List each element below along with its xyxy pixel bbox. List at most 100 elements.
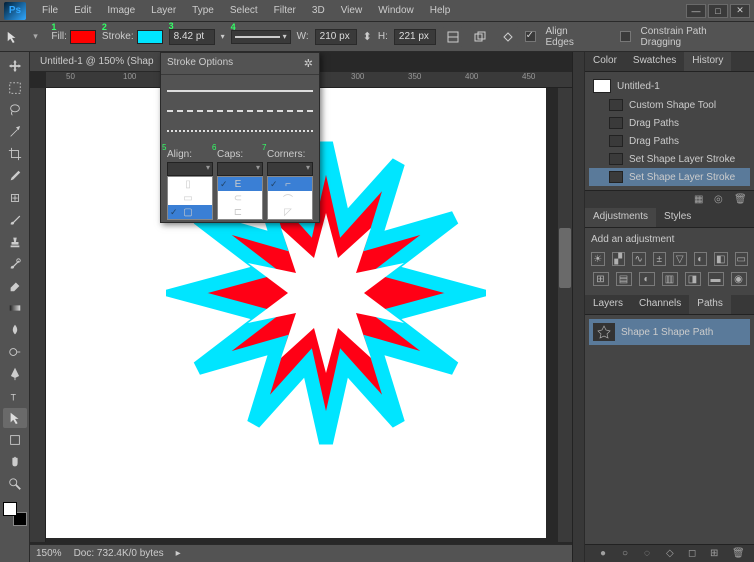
mask-icon[interactable]: ◻: [688, 548, 702, 560]
cap-butt[interactable]: ✓E: [218, 177, 262, 191]
tool-preset-dropdown[interactable]: ▾: [26, 27, 46, 47]
tab-channels[interactable]: Channels: [631, 295, 689, 314]
constrain-checkbox[interactable]: [620, 31, 631, 42]
collapsed-panel-strip[interactable]: [572, 52, 584, 562]
brush-tool[interactable]: [3, 210, 27, 230]
cap-square[interactable]: ⊏: [218, 205, 262, 219]
adj-photo-filter-icon[interactable]: ▭: [735, 252, 749, 266]
stroke-width-input[interactable]: [169, 29, 215, 45]
adj-threshold-icon[interactable]: ◨: [685, 272, 701, 286]
shape-tool[interactable]: [3, 430, 27, 450]
crop-tool[interactable]: [3, 144, 27, 164]
align-dropdown[interactable]: [167, 162, 213, 176]
selection-from-path-icon[interactable]: ◌: [644, 548, 658, 560]
corners-dropdown[interactable]: [267, 162, 313, 176]
pen-tool[interactable]: [3, 364, 27, 384]
zoom-level[interactable]: 150%: [36, 548, 62, 559]
stroke-dotted-option[interactable]: [167, 121, 313, 141]
link-wh-icon[interactable]: ⬍: [363, 30, 372, 43]
align-inside[interactable]: ▯: [168, 177, 212, 191]
status-arrow-icon[interactable]: ▸: [176, 548, 181, 559]
tab-history[interactable]: History: [684, 52, 731, 71]
stroke-dashed-option[interactable]: [167, 101, 313, 121]
minimize-button[interactable]: —: [686, 4, 706, 18]
healing-tool[interactable]: [3, 188, 27, 208]
move-tool[interactable]: [3, 56, 27, 76]
corner-miter[interactable]: ✓⌐: [268, 177, 312, 191]
menu-image[interactable]: Image: [99, 2, 143, 19]
width-input[interactable]: [315, 29, 357, 45]
maximize-button[interactable]: □: [708, 4, 728, 18]
align-outside[interactable]: ✓▢: [168, 205, 212, 219]
adj-posterize-icon[interactable]: ▥: [662, 272, 678, 286]
adj-brightness-icon[interactable]: ☀: [591, 252, 605, 266]
menu-edit[interactable]: Edit: [66, 2, 99, 19]
adj-color-lookup-icon[interactable]: ▤: [616, 272, 632, 286]
adj-gradient-map-icon[interactable]: ▬: [708, 272, 724, 286]
document-tab[interactable]: Untitled-1 @ 150% (Shap: [30, 52, 165, 71]
adj-exposure-icon[interactable]: ±: [653, 252, 667, 266]
path-arrange-button[interactable]: [469, 27, 491, 47]
history-step[interactable]: Custom Shape Tool: [589, 96, 750, 114]
dodge-tool[interactable]: [3, 342, 27, 362]
adj-bw-icon[interactable]: ◧: [714, 252, 728, 266]
blur-tool[interactable]: [3, 320, 27, 340]
adj-selective-color-icon[interactable]: ◉: [731, 272, 747, 286]
path-from-selection-icon[interactable]: ◇: [666, 548, 680, 560]
stroke-path-icon[interactable]: ○: [622, 548, 636, 560]
delete-path-icon[interactable]: 🗑: [732, 548, 746, 560]
zoom-tool[interactable]: [3, 474, 27, 494]
menu-file[interactable]: File: [34, 2, 66, 19]
align-edges-checkbox[interactable]: [525, 31, 536, 42]
gradient-tool[interactable]: [3, 298, 27, 318]
height-input[interactable]: [394, 29, 436, 45]
stroke-swatch[interactable]: [137, 30, 163, 44]
caps-dropdown[interactable]: [217, 162, 263, 176]
stroke-width-dropdown[interactable]: ▾: [221, 32, 225, 41]
color-swatches[interactable]: [3, 502, 27, 526]
fill-path-icon[interactable]: ●: [600, 548, 614, 560]
path-item[interactable]: Shape 1 Shape Path: [589, 319, 750, 345]
stroke-style-dropdown[interactable]: ▾: [231, 30, 291, 44]
tab-layers[interactable]: Layers: [585, 295, 631, 314]
new-path-icon[interactable]: ⊞: [710, 548, 724, 560]
corner-bevel[interactable]: ◸: [268, 205, 312, 219]
foreground-color[interactable]: [3, 502, 17, 516]
adj-hue-icon[interactable]: ◐: [694, 252, 708, 266]
menu-window[interactable]: Window: [370, 2, 422, 19]
history-step[interactable]: Set Shape Layer Stroke: [589, 150, 750, 168]
adj-curves-icon[interactable]: ∿: [632, 252, 646, 266]
path-selection-tool[interactable]: [3, 408, 27, 428]
history-brush-tool[interactable]: [3, 254, 27, 274]
history-new-doc-icon[interactable]: ▦: [694, 194, 708, 206]
menu-help[interactable]: Help: [422, 2, 459, 19]
tab-adjustments[interactable]: Adjustments: [585, 208, 656, 227]
history-snapshot[interactable]: Untitled-1: [589, 76, 750, 96]
history-step[interactable]: Set Shape Layer Stroke: [589, 168, 750, 186]
history-snapshot-icon[interactable]: ◎: [714, 194, 728, 206]
gear-icon[interactable]: ✲: [304, 57, 313, 70]
marquee-tool[interactable]: [3, 78, 27, 98]
cap-round[interactable]: ⊂: [218, 191, 262, 205]
wand-tool[interactable]: [3, 122, 27, 142]
menu-view[interactable]: View: [333, 2, 371, 19]
adj-channel-mixer-icon[interactable]: ⊞: [593, 272, 609, 286]
lasso-tool[interactable]: [3, 100, 27, 120]
hand-tool[interactable]: [3, 452, 27, 472]
path-align-button[interactable]: [442, 27, 464, 47]
eraser-tool[interactable]: [3, 276, 27, 296]
adj-vibrance-icon[interactable]: ▽: [673, 252, 687, 266]
adj-levels-icon[interactable]: ▞: [612, 252, 626, 266]
align-center[interactable]: ▭: [168, 191, 212, 205]
tab-paths[interactable]: Paths: [689, 295, 731, 314]
path-ops-button[interactable]: [497, 27, 519, 47]
fill-swatch[interactable]: [70, 30, 96, 44]
history-step[interactable]: Drag Paths: [589, 114, 750, 132]
close-button[interactable]: ✕: [730, 4, 750, 18]
menu-type[interactable]: Type: [184, 2, 222, 19]
menu-layer[interactable]: Layer: [143, 2, 184, 19]
menu-3d[interactable]: 3D: [304, 2, 333, 19]
scrollbar-vertical[interactable]: [558, 88, 572, 542]
stamp-tool[interactable]: [3, 232, 27, 252]
menu-select[interactable]: Select: [222, 2, 266, 19]
